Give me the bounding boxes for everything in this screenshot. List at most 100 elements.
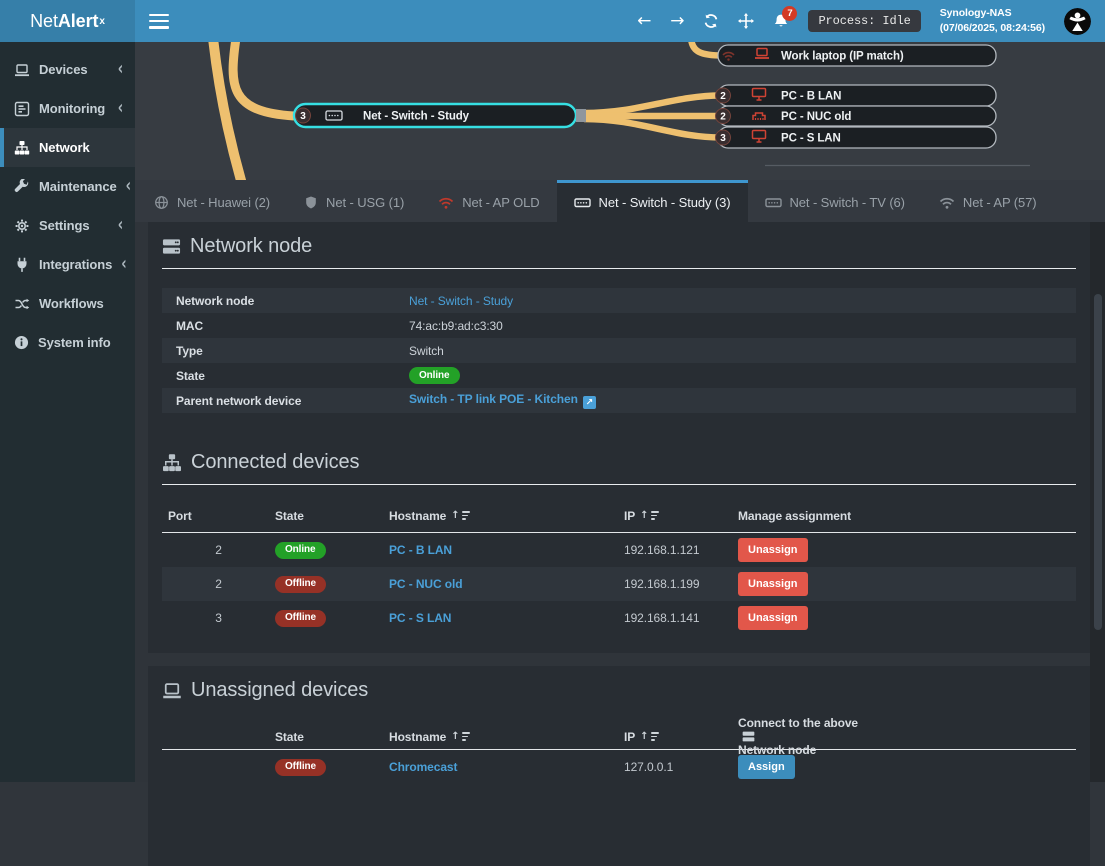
col-hostname[interactable]: Hostname ↑ bbox=[389, 730, 624, 744]
col-hostname[interactable]: Hostname ↑ bbox=[389, 509, 624, 523]
external-link-icon[interactable]: ↗ bbox=[583, 396, 596, 409]
state-badge: Offline bbox=[275, 610, 326, 627]
tab-net-ap[interactable]: Net - AP (57) bbox=[922, 180, 1054, 222]
sort-icon[interactable]: ↑ bbox=[640, 511, 659, 521]
forward-icon[interactable]: → bbox=[670, 13, 684, 30]
col-manage: Manage assignment bbox=[738, 509, 1076, 523]
detail-label: State bbox=[176, 369, 409, 383]
port-cell: 2 bbox=[162, 543, 275, 557]
col-ip[interactable]: IP ↑ bbox=[624, 509, 738, 523]
sitemap-icon bbox=[162, 453, 182, 473]
network-topology-canvas[interactable]: 3 Net - Switch - Study bbox=[135, 42, 1105, 180]
ip-cell: 192.168.1.121 bbox=[624, 543, 738, 557]
tab-net-ap-old[interactable]: Net - AP OLD bbox=[421, 180, 556, 222]
sort-icon[interactable]: ↑ bbox=[451, 511, 470, 521]
mac-value: 74:ac:b9:ad:c3:30 bbox=[409, 319, 1076, 333]
refresh-icon[interactable] bbox=[703, 13, 719, 29]
tab-net-switch-tv[interactable]: Net - Switch - TV (6) bbox=[748, 180, 922, 222]
hostname-link[interactable]: PC - B LAN bbox=[389, 543, 452, 557]
detail-label: Type bbox=[176, 344, 409, 358]
topology-node-pc-nuc-old[interactable]: 2 PC - NUC old bbox=[716, 106, 997, 126]
hostname-link[interactable]: PC - S LAN bbox=[389, 611, 451, 625]
col-ip[interactable]: IP ↑ bbox=[624, 730, 738, 744]
unassigned-devices-section-title: Unassigned devices bbox=[162, 679, 1076, 702]
detail-label: Network node bbox=[176, 294, 409, 308]
table-row: 2 Offline PC - NUC old 192.168.1.199 Una… bbox=[162, 567, 1076, 601]
sidebar-item-devices[interactable]: Devices ‹ bbox=[0, 50, 135, 89]
node-label: PC - S LAN bbox=[781, 133, 841, 145]
col-connect: Connect to the aboveNetwork node bbox=[738, 716, 1076, 757]
sidebar-item-workflows[interactable]: Workflows bbox=[0, 284, 135, 323]
notification-count-badge[interactable]: 7 bbox=[782, 6, 797, 21]
section-divider bbox=[162, 484, 1076, 485]
section-title-text: Unassigned devices bbox=[191, 679, 368, 702]
node-tabs: Net - Huawei (2) Net - USG (1) Net - AP … bbox=[135, 180, 1105, 222]
menu-toggle-icon[interactable] bbox=[149, 14, 169, 29]
topology-node-selected[interactable]: 3 Net - Switch - Study bbox=[294, 104, 586, 127]
ip-cell: 192.168.1.141 bbox=[624, 611, 738, 625]
sidebar-item-integrations[interactable]: Integrations ‹ bbox=[0, 245, 135, 284]
sidebar-item-settings[interactable]: Settings ‹ bbox=[0, 206, 135, 245]
network-node-link[interactable]: Net - Switch - Study bbox=[409, 294, 513, 308]
topology-node-pc-b-lan[interactable]: 2 PC - B LAN bbox=[716, 85, 997, 106]
user-avatar[interactable] bbox=[1064, 8, 1091, 35]
shield-icon bbox=[304, 195, 318, 210]
tab-content: Network node Network node Net - Switch -… bbox=[135, 222, 1105, 782]
unassigned-devices-panel: Unassigned devices State Hostname ↑ IP ↑ bbox=[148, 666, 1090, 866]
assign-button[interactable]: Assign bbox=[738, 755, 795, 779]
app-logo[interactable]: NetAlertx bbox=[0, 0, 135, 42]
shuffle-icon bbox=[14, 296, 30, 312]
back-icon[interactable]: ← bbox=[637, 13, 651, 30]
chevron-left-icon: ‹ bbox=[118, 98, 123, 119]
detail-row: State Online bbox=[162, 363, 1076, 388]
table-header-row: State Hostname ↑ IP ↑ Connect to the abo… bbox=[162, 716, 1076, 750]
topology-edge bbox=[584, 96, 721, 114]
sidebar-item-network[interactable]: Network bbox=[0, 128, 135, 167]
unassign-button[interactable]: Unassign bbox=[738, 606, 808, 630]
scrollbar-thumb[interactable] bbox=[1094, 294, 1102, 630]
sidebar-item-system-info[interactable]: System info bbox=[0, 323, 135, 362]
topology-node-pc-s-lan[interactable]: 3 PC - S LAN bbox=[716, 127, 997, 148]
section-title-text: Connected devices bbox=[191, 451, 359, 474]
server-icon bbox=[742, 730, 755, 743]
host-time: (07/06/2025, 08:24:56) bbox=[940, 22, 1045, 34]
unassign-button[interactable]: Unassign bbox=[738, 538, 808, 562]
laptop-icon bbox=[162, 681, 182, 701]
tab-net-huawei[interactable]: Net - Huawei (2) bbox=[137, 180, 287, 222]
hostname-link[interactable]: PC - NUC old bbox=[389, 577, 462, 591]
sitemap-icon bbox=[14, 140, 30, 156]
chevron-left-icon: ‹ bbox=[121, 254, 126, 275]
unassign-button[interactable]: Unassign bbox=[738, 572, 808, 596]
wrench-icon bbox=[14, 179, 30, 195]
port-badge: 2 bbox=[720, 112, 726, 123]
move-arrows-icon[interactable] bbox=[738, 13, 754, 29]
detail-row: Type Switch bbox=[162, 338, 1076, 363]
node-label: PC - NUC old bbox=[781, 111, 851, 123]
scrollbar-track[interactable] bbox=[1090, 222, 1105, 782]
plug-icon bbox=[14, 257, 30, 273]
monitoring-icon bbox=[14, 101, 30, 117]
node-label: Work laptop (IP match) bbox=[781, 51, 904, 63]
state-badge: Offline bbox=[275, 759, 326, 776]
sidebar: Devices ‹ Monitoring ‹ Network Maintenan… bbox=[0, 42, 135, 782]
sort-icon[interactable]: ↑ bbox=[640, 732, 659, 742]
host-info: Synology-NAS (07/06/2025, 08:24:56) bbox=[940, 6, 1045, 36]
table-row: 3 Offline PC - S LAN 192.168.1.141 Unass… bbox=[162, 601, 1076, 635]
tab-net-usg[interactable]: Net - USG (1) bbox=[287, 180, 421, 222]
sidebar-item-monitoring[interactable]: Monitoring ‹ bbox=[0, 89, 135, 128]
sort-icon[interactable]: ↑ bbox=[451, 732, 470, 742]
notifications-bell-icon[interactable]: 7 bbox=[773, 13, 789, 29]
parent-device-link[interactable]: Switch - TP link POE - Kitchen bbox=[409, 392, 578, 406]
state-badge: Online bbox=[275, 542, 326, 559]
network-node-details: Network node Net - Switch - Study MAC 74… bbox=[162, 288, 1076, 413]
port-badge: 2 bbox=[720, 91, 726, 102]
wifi-icon bbox=[939, 196, 955, 210]
topology-node-work-laptop[interactable]: Work laptop (IP match) bbox=[718, 45, 996, 66]
connected-devices-section-title: Connected devices bbox=[162, 451, 1076, 474]
hostname-link[interactable]: Chromecast bbox=[389, 760, 457, 774]
node-connector-handle[interactable] bbox=[576, 109, 586, 122]
tab-net-switch-study[interactable]: Net - Switch - Study (3) bbox=[557, 180, 748, 222]
topology-edge bbox=[584, 119, 721, 138]
type-value: Switch bbox=[409, 344, 1076, 358]
sidebar-item-maintenance[interactable]: Maintenance ‹ bbox=[0, 167, 135, 206]
